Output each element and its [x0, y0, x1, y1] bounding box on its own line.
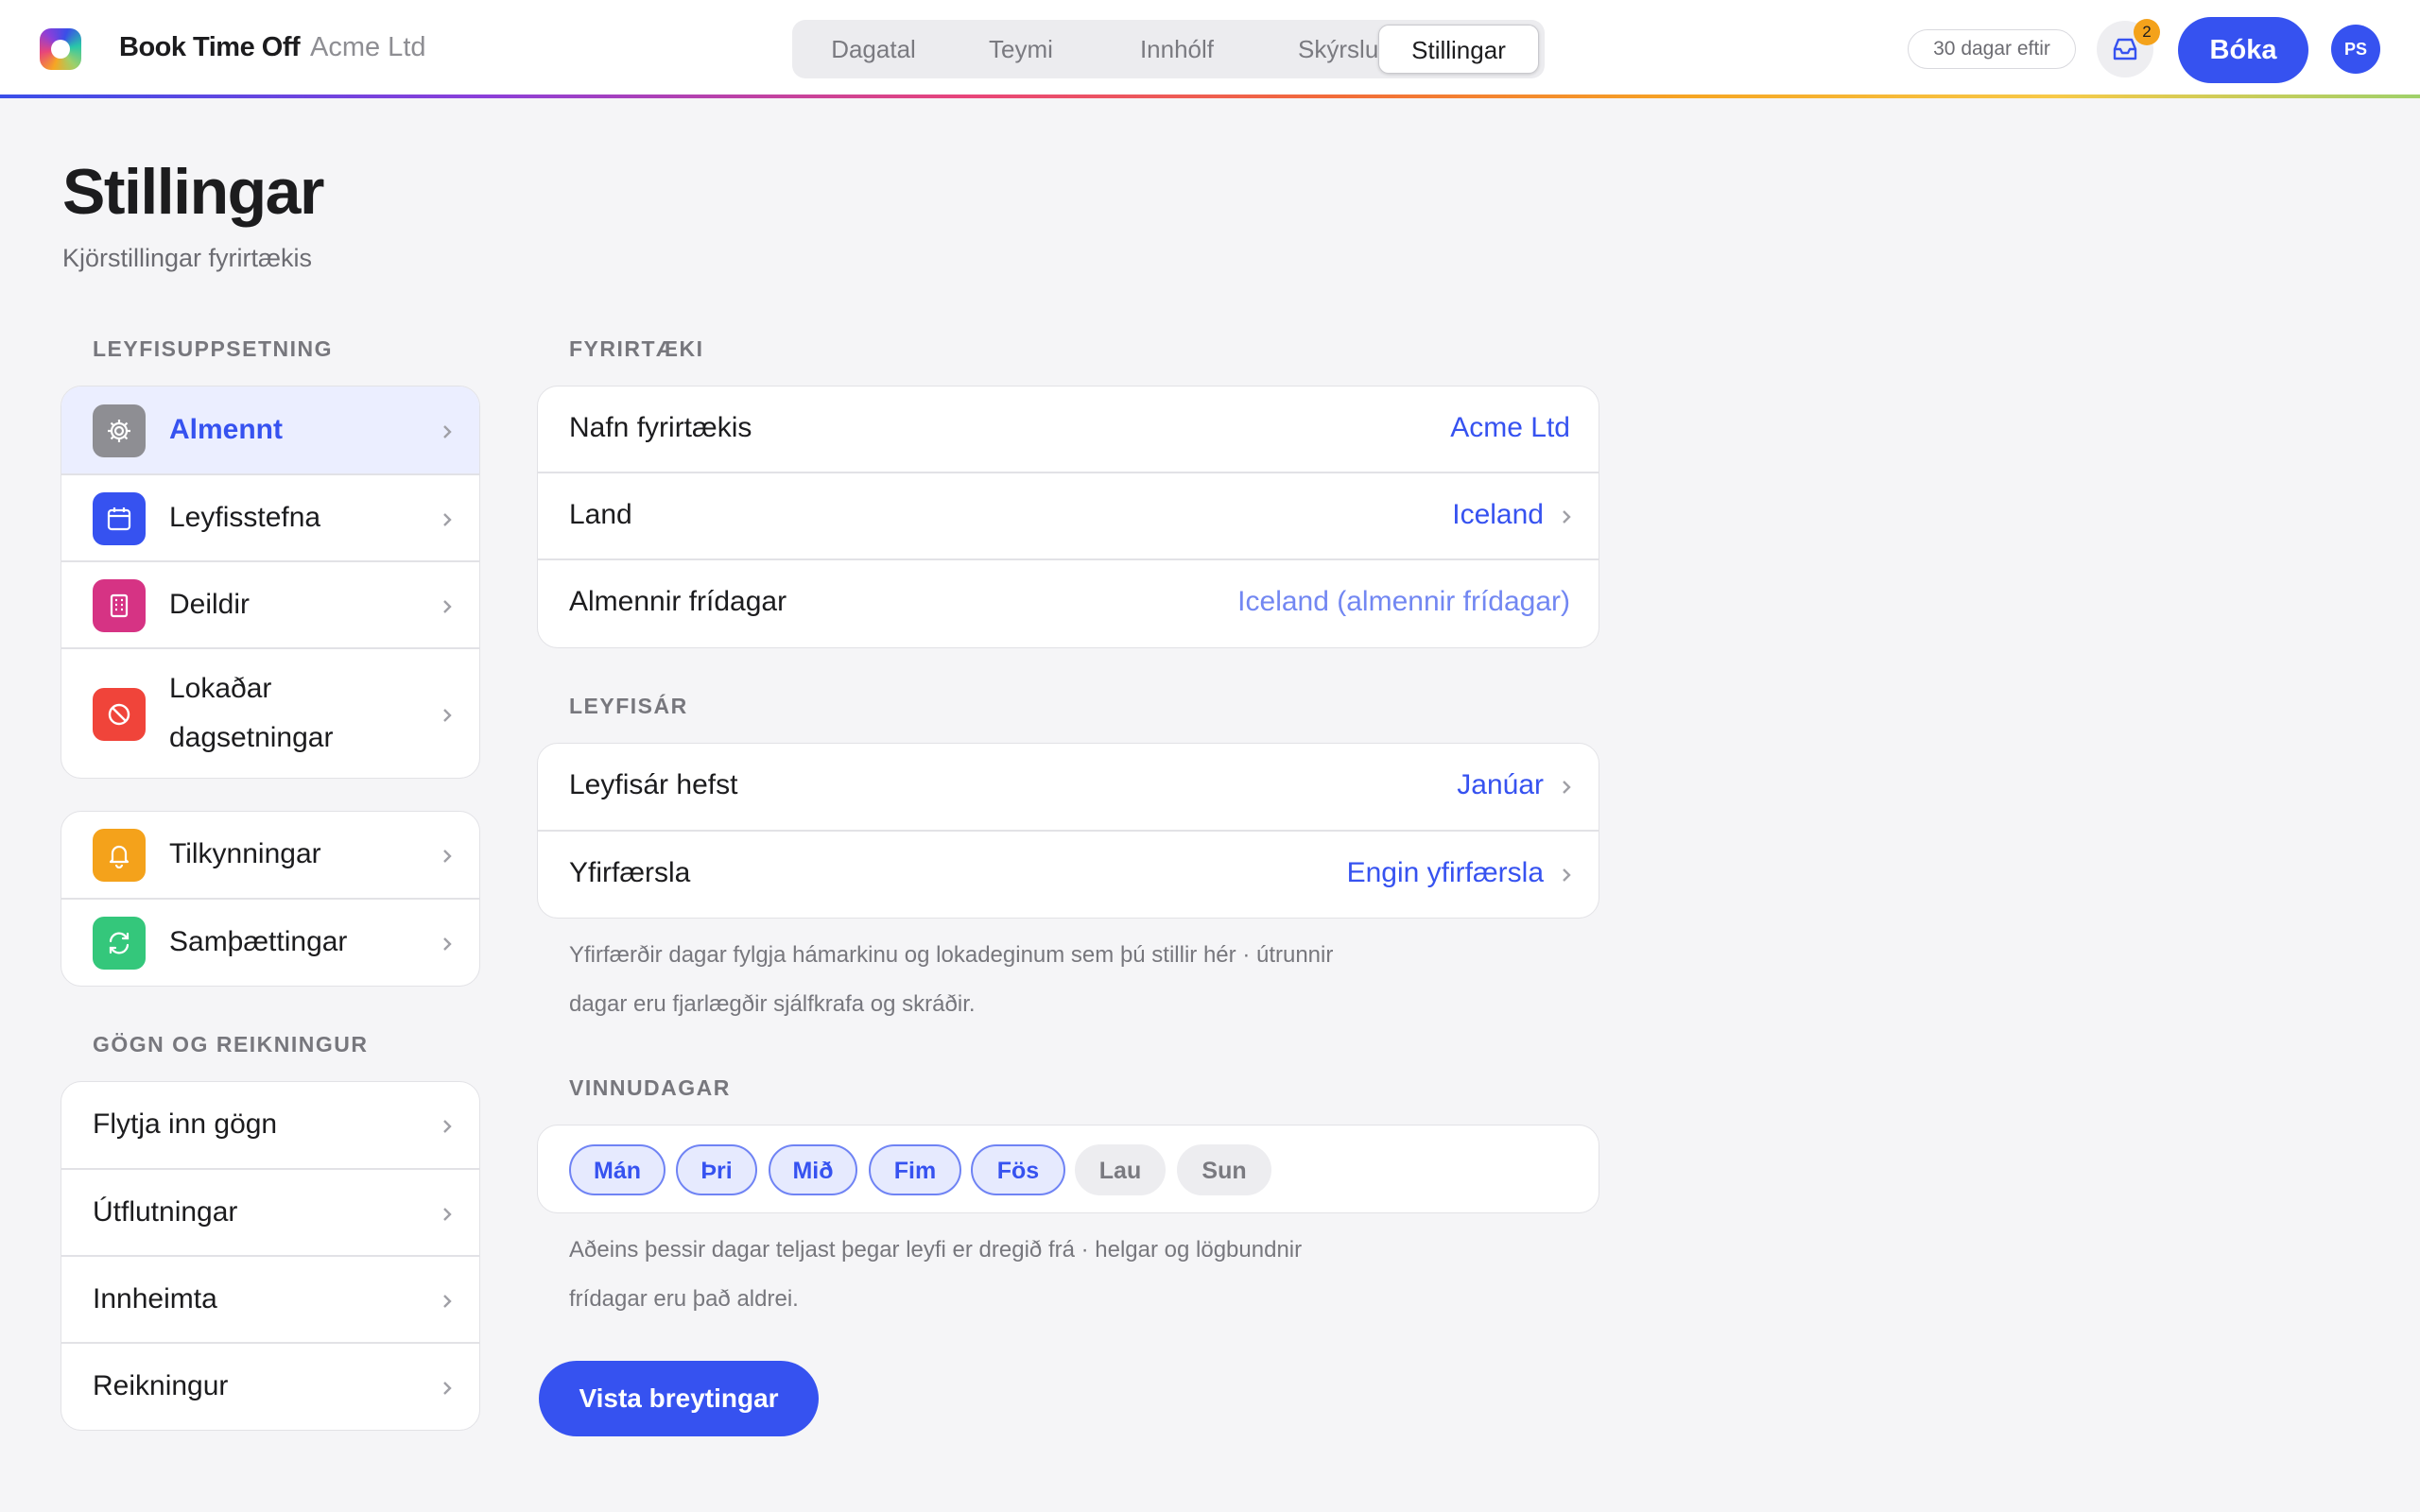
tab-inbox[interactable]: Innhólf	[1097, 25, 1257, 74]
sidebar-item-label: Deildir	[169, 589, 251, 620]
public-holidays-label: Almennir frídagar	[569, 586, 787, 617]
work-days-hint-line: frídagar eru það aldrei.	[569, 1286, 799, 1312]
leave-year-start-label: Leyfisár hefst	[569, 769, 738, 800]
company-name: Acme Ltd	[310, 32, 426, 62]
chevron-right-icon	[443, 850, 452, 863]
day-toggle-sun[interactable]: Sun	[1177, 1144, 1271, 1195]
day-toggle-sat[interactable]: Lau	[1075, 1144, 1166, 1195]
chevron-right-icon	[1563, 868, 1571, 882]
chevron-right-icon	[443, 1382, 452, 1395]
inbox-count-badge: 2	[2134, 19, 2160, 45]
sidebar-item-label: Reikningur	[93, 1370, 229, 1401]
building-icon	[93, 579, 146, 632]
tab-teams[interactable]: Teymi	[945, 25, 1097, 74]
brand-name: Book Time Off	[119, 32, 301, 62]
sidebar-item-general[interactable]: Almennt	[61, 387, 479, 475]
country-row[interactable]: Land Iceland	[538, 473, 1599, 560]
sidebar-item-account[interactable]: Reikningur	[61, 1344, 479, 1430]
sidebar-item-blocked-dates[interactable]: Lokaðar dagsetningar	[61, 649, 479, 778]
save-changes-button[interactable]: Vista breytingar	[539, 1361, 819, 1436]
sidebar-item-departments[interactable]: Deildir	[61, 562, 479, 649]
leave-year-start-value: Janúar	[1457, 769, 1544, 800]
sidebar-item-label: Innheimta	[93, 1283, 217, 1314]
carryover-value: Engin yfirfærsla	[1346, 857, 1544, 888]
work-days-card: Mán Þri Mið Fim Fös Lau Sun	[537, 1125, 1599, 1213]
sidebar-item-label: Útflutningar	[93, 1196, 238, 1228]
page-title: Stillingar	[62, 156, 324, 228]
sidebar-group-notifications: Tilkynningar Samþættingar	[60, 811, 480, 987]
sidebar-item-billing[interactable]: Innheimta	[61, 1257, 479, 1344]
chevron-right-icon	[1563, 510, 1571, 524]
section-company: FYRIRTÆKI	[569, 336, 704, 361]
sidebar-group-data: Flytja inn gögn Útflutningar Innheimta R…	[60, 1081, 480, 1431]
sidebar-item-notifications[interactable]: Tilkynningar	[61, 812, 479, 900]
calendar-icon	[93, 492, 146, 545]
sync-icon	[93, 917, 146, 970]
sidebar-item-label: Almennt	[169, 414, 283, 445]
sidebar-item-label: Leyfisstefna	[169, 502, 321, 533]
page-subtitle: Kjörstillingar fyrirtækis	[62, 244, 313, 272]
company-name-row[interactable]: Nafn fyrirtækis Acme Ltd	[538, 387, 1599, 473]
day-toggle-tue[interactable]: Þri	[676, 1144, 757, 1195]
section-work-days: VINNUDAGAR	[569, 1075, 731, 1100]
days-left-badge: 30 dagar eftir	[1908, 29, 2076, 69]
leave-year-card: Leyfisár hefst Janúar Yfirfærsla Engin y…	[537, 743, 1599, 919]
sidebar-item-exports[interactable]: Útflutningar	[61, 1170, 479, 1257]
chevron-right-icon	[443, 425, 452, 438]
company-name-label: Nafn fyrirtækis	[569, 412, 752, 443]
carryover-row[interactable]: Yfirfærsla Engin yfirfærsla	[538, 832, 1599, 918]
company-card: Nafn fyrirtækis Acme Ltd Land Iceland Al…	[537, 386, 1599, 648]
section-leave-year: LEYFISÁR	[569, 694, 688, 718]
top-bar: Book Time Off Acme Ltd Dagatal Teymi Inn…	[0, 0, 2420, 98]
sidebar-section-data-account: GÖGN OG REIKNINGUR	[93, 1032, 369, 1057]
chevron-right-icon	[443, 1120, 452, 1133]
chevron-right-icon	[443, 937, 452, 951]
chevron-right-icon	[443, 600, 452, 613]
company-name-value: Acme Ltd	[1450, 412, 1570, 443]
day-toggle-mon[interactable]: Mán	[569, 1144, 666, 1195]
sidebar-item-label: Lokaðar dagsetningar	[169, 673, 334, 753]
avatar[interactable]: PS	[2331, 25, 2380, 74]
tab-calendar[interactable]: Dagatal	[802, 25, 945, 74]
app-logo-icon[interactable]	[40, 28, 81, 70]
sidebar-item-import-data[interactable]: Flytja inn gögn	[61, 1082, 479, 1170]
public-holidays-value: Iceland (almennir frídagar)	[1237, 586, 1570, 617]
header-accent-bar	[0, 94, 2420, 98]
chevron-right-icon	[1563, 781, 1571, 794]
day-toggle-fri[interactable]: Fös	[971, 1144, 1065, 1195]
carryover-hint: Yfirfærðir dagar fylgja hámarkinu og lok…	[569, 931, 1477, 1029]
gear-icon	[93, 404, 146, 457]
carryover-hint-line: dagar eru fjarlægðir sjálfkrafa og skráð…	[569, 991, 976, 1017]
bell-icon	[93, 829, 146, 882]
leave-year-start-row[interactable]: Leyfisár hefst Janúar	[538, 744, 1599, 832]
sidebar-item-label: Samþættingar	[169, 926, 348, 957]
carryover-label: Yfirfærsla	[569, 857, 691, 888]
chevron-right-icon	[443, 513, 452, 526]
country-label: Land	[569, 499, 632, 530]
main-nav: Dagatal Teymi Innhólf Skýrslur Stillinga…	[792, 20, 1545, 78]
book-button[interactable]: Bóka	[2178, 17, 2308, 83]
sidebar-group-leave: Almennt Leyfisstefna Deildir Lokaðar dag…	[60, 386, 480, 779]
sidebar-item-label: Tilkynningar	[169, 838, 321, 869]
sidebar-item-integrations[interactable]: Samþættingar	[61, 900, 479, 986]
country-value: Iceland	[1452, 499, 1544, 530]
chevron-right-icon	[443, 1208, 452, 1221]
chevron-right-icon	[443, 709, 452, 722]
day-toggle-thu[interactable]: Fim	[869, 1144, 961, 1195]
public-holidays-row[interactable]: Almennir frídagar Iceland (almennir fríd…	[538, 560, 1599, 647]
inbox-icon	[2113, 38, 2137, 60]
tab-settings[interactable]: Stillingar	[1378, 25, 1539, 74]
block-icon	[93, 688, 146, 741]
sidebar-item-leave-policy[interactable]: Leyfisstefna	[61, 475, 479, 562]
work-days-hint: Aðeins þessir dagar teljast þegar leyfi …	[569, 1226, 1477, 1324]
sidebar-item-label: Flytja inn gögn	[93, 1108, 278, 1140]
carryover-hint-line: Yfirfærðir dagar fylgja hámarkinu og lok…	[569, 942, 1334, 968]
day-toggle-wed[interactable]: Mið	[769, 1144, 857, 1195]
chevron-right-icon	[443, 1295, 452, 1308]
work-days-hint-line: Aðeins þessir dagar teljast þegar leyfi …	[569, 1237, 1303, 1263]
sidebar-section-leave-setup: LEYFISUPPSETNING	[93, 336, 334, 361]
